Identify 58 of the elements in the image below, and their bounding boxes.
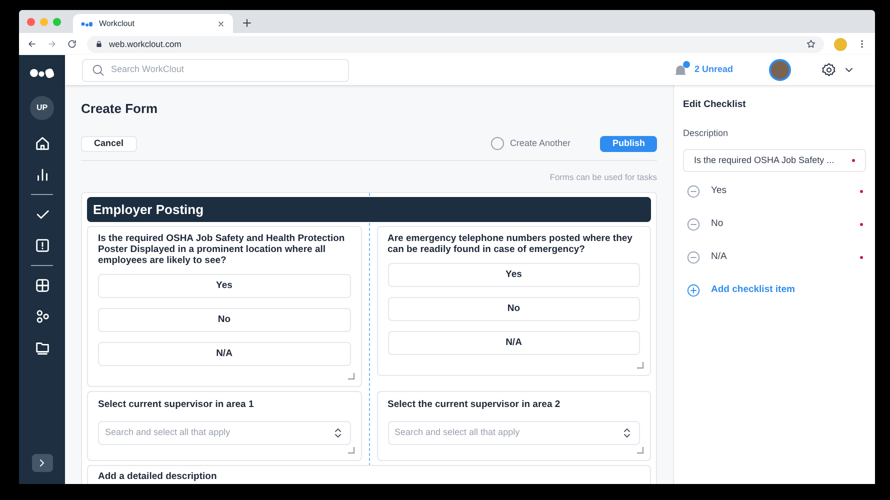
minus-circle-icon[interactable] (686, 184, 701, 199)
minus-circle-icon[interactable] (686, 250, 701, 265)
settings-icon[interactable] (821, 62, 837, 78)
resize-handle-icon[interactable] (636, 361, 644, 370)
plus-icon[interactable] (241, 17, 253, 29)
reload-icon[interactable] (67, 39, 77, 49)
tab-title: Workclout (99, 18, 136, 30)
grid-icon[interactable] (34, 277, 50, 294)
resize-handle-icon[interactable] (636, 446, 644, 454)
star-icon[interactable] (806, 39, 816, 49)
expand-sidebar-button[interactable] (32, 454, 52, 472)
question-text: Is the required OSHA Job Safety and Health Protection Poster Displayed in a prominent location where all employees are likely to see? (98, 233, 346, 266)
browser-tab[interactable]: Workclout (73, 14, 233, 33)
close-icon[interactable] (217, 20, 225, 28)
lock-icon[interactable] (95, 40, 103, 48)
url-text: web.workclout.com (109, 38, 182, 50)
resize-handle-icon[interactable] (346, 446, 354, 454)
resize-handle-icon[interactable] (346, 372, 354, 380)
bell-icon[interactable] (673, 62, 688, 78)
answer-option[interactable]: N/A (98, 342, 350, 366)
placeholder-text: Search and select all that apply (394, 426, 521, 439)
question-text: Are emergency telephone numbers posted where they can be readily found in case of emergency? (388, 233, 634, 256)
section-title: Employer Posting (93, 201, 204, 219)
create-another-label: Create Another (510, 136, 570, 150)
page-title: Create Form (81, 100, 159, 118)
checklist-item[interactable]: Yes (711, 184, 860, 198)
question-text: Select current supervisor in area 1 (98, 398, 255, 412)
user-avatar[interactable] (769, 59, 791, 81)
placeholder-text: Search and select all that apply (105, 426, 232, 439)
search-icon[interactable] (91, 63, 105, 77)
description-value: Is the required OSHA Job Safety ... (694, 154, 836, 167)
answer-option[interactable]: N/A (388, 331, 640, 356)
search-placeholder: Search WorkClout (111, 63, 184, 76)
create-another-radio[interactable] (490, 137, 504, 150)
question-text: Select the current supervisor in area 2 (388, 398, 562, 412)
hint-text: Forms can be used for tasks (548, 170, 657, 184)
logo-icon[interactable] (29, 67, 55, 79)
chevron-up-down-icon[interactable] (621, 426, 633, 438)
minus-circle-icon[interactable] (686, 216, 701, 232)
address-bar[interactable]: web.workclout.com (87, 36, 824, 52)
answer-option[interactable]: No (98, 308, 350, 332)
description-label: Description (683, 127, 730, 140)
question-text: Add a detailed description (98, 470, 218, 484)
cancel-button[interactable]: Cancel (81, 136, 137, 152)
checklist-item[interactable]: No (711, 217, 860, 232)
logo-icon (81, 20, 93, 28)
answer-option[interactable]: No (388, 297, 640, 322)
plus-circle-icon[interactable] (686, 282, 701, 298)
user-avatar[interactable]: UP (30, 96, 54, 120)
description-field[interactable]: Is the required OSHA Job Safety ... (683, 148, 866, 172)
panel-title: Edit Checklist (683, 98, 747, 112)
back-arrow-icon[interactable] (27, 39, 37, 49)
checklist-item[interactable]: N/A (711, 250, 860, 264)
forward-arrow-icon[interactable] (47, 39, 57, 49)
answer-option[interactable]: Yes (388, 263, 640, 288)
alert-square-icon[interactable] (34, 237, 50, 254)
home-icon[interactable] (34, 135, 50, 152)
answer-option[interactable]: Yes (98, 274, 350, 298)
